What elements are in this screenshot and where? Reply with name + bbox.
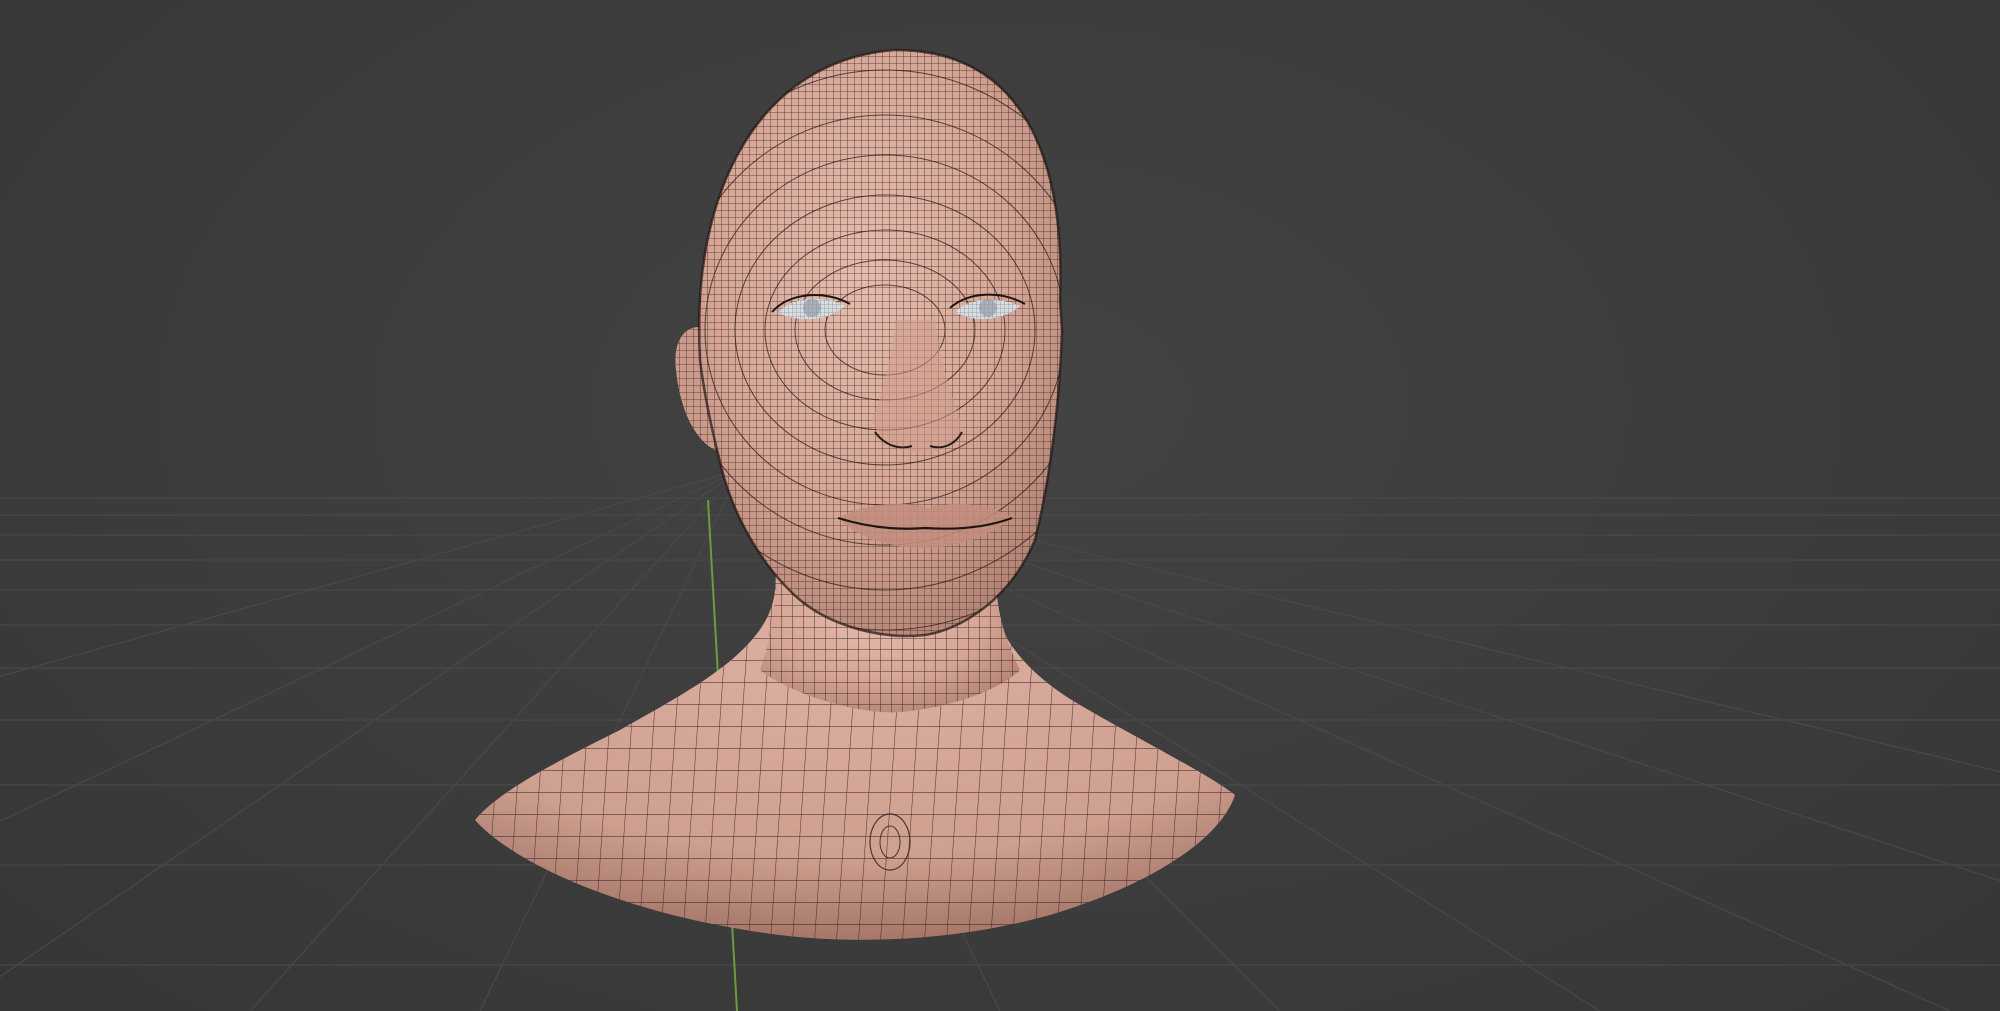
viewport-canvas[interactable]	[0, 0, 2000, 1011]
3d-viewport[interactable]	[0, 0, 2000, 1011]
